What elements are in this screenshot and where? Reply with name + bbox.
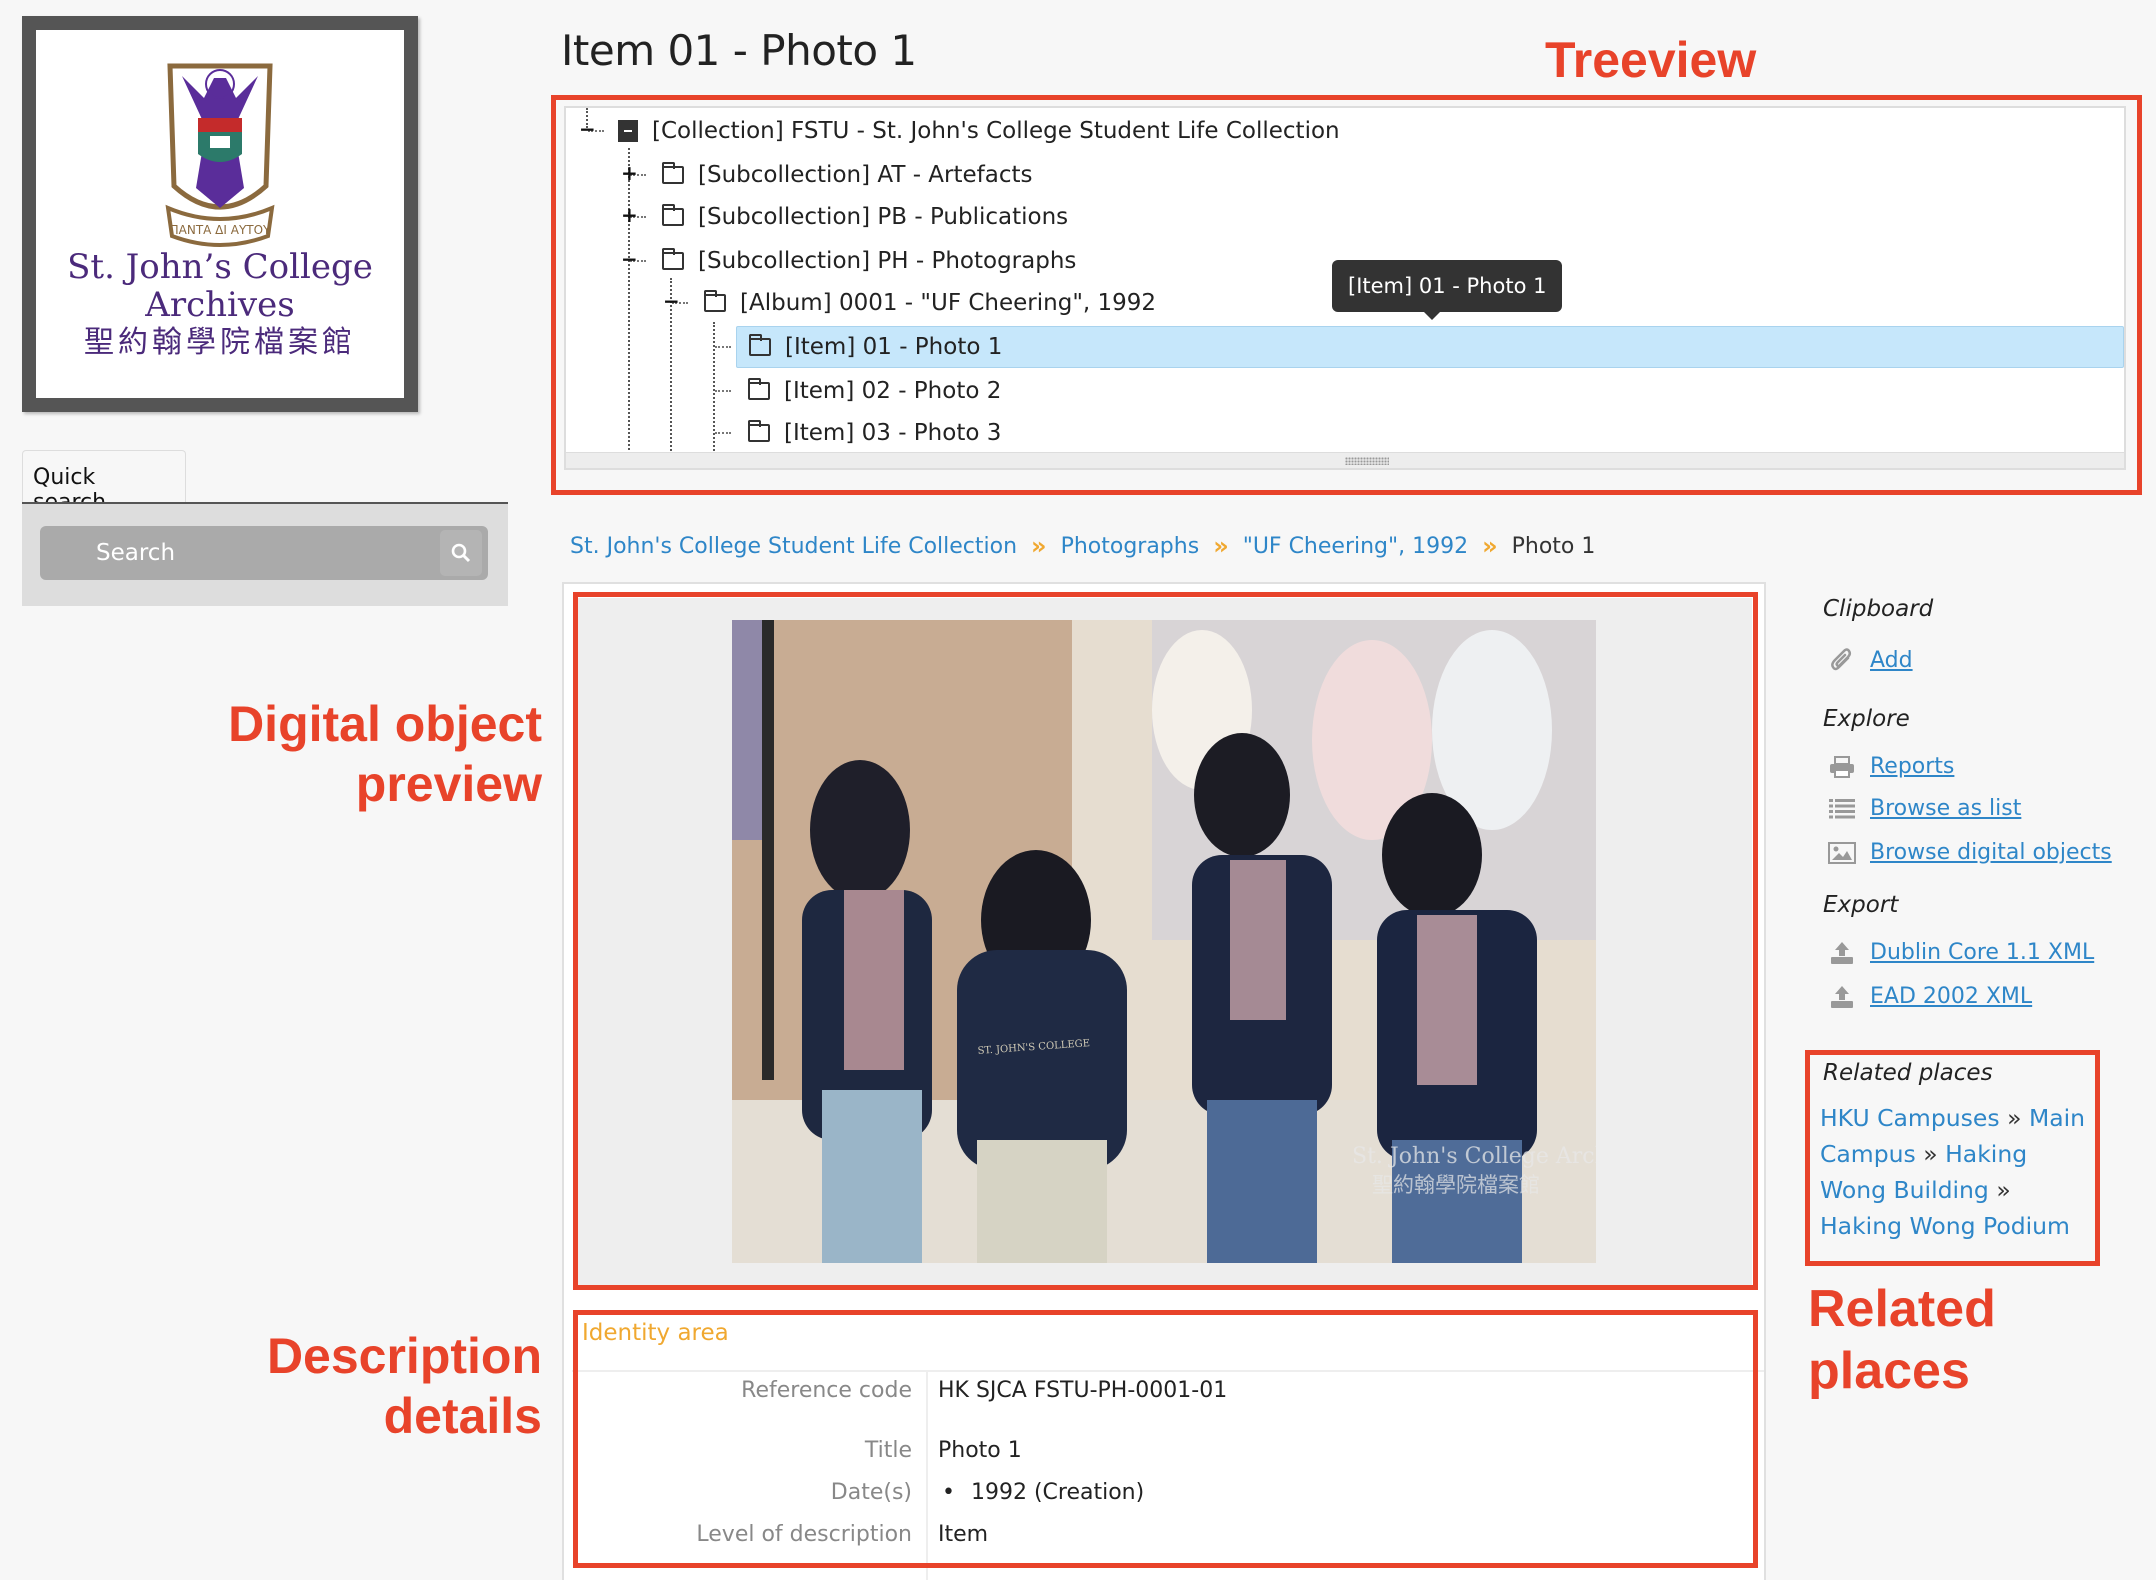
clipboard-add-label: Add	[1870, 648, 1913, 673]
clipboard-add-link[interactable]: Add	[1828, 647, 1913, 673]
logo-inner: ΠΑΝΤΑ ΔΙ ΑΥΤΟΥ St. John’s College Archiv…	[36, 30, 404, 398]
breadcrumb-separator-icon: »	[1482, 532, 1498, 560]
browse-digital-objects-label: Browse digital objects	[1870, 840, 2112, 865]
annotation-digital-object: Digital object preview	[220, 694, 542, 814]
breadcrumb: St. John's College Student Life Collecti…	[570, 532, 1595, 560]
export-ead-link[interactable]: EAD 2002 XML	[1828, 984, 2032, 1009]
search-input[interactable]	[40, 526, 430, 580]
search-button[interactable]	[440, 530, 482, 576]
breadcrumb-separator-icon: »	[1031, 532, 1047, 560]
page-title: Item 01 - Photo 1	[561, 26, 917, 75]
printer-icon	[1828, 755, 1856, 779]
annotation-digital-object-line2: preview	[355, 756, 542, 812]
college-crest-icon: ΠΑΝΤΑ ΔΙ ΑΥΤΟΥ	[165, 63, 275, 247]
annotation-treeview: Treeview	[1545, 32, 1757, 88]
logo-text-archives: Archives	[145, 285, 295, 326]
annotation-box-preview	[573, 592, 1758, 1290]
explore-heading: Explore	[1823, 706, 1910, 732]
browse-as-list-link[interactable]: Browse as list	[1828, 796, 2021, 821]
svg-text:ΠΑΝΤΑ ΔΙ ΑΥΤΟΥ: ΠΑΝΤΑ ΔΙ ΑΥΤΟΥ	[170, 223, 271, 237]
export-ead-label: EAD 2002 XML	[1870, 984, 2033, 1009]
browse-as-list-label: Browse as list	[1870, 796, 2022, 821]
reports-link[interactable]: Reports	[1828, 754, 1954, 779]
annotation-box-description	[573, 1310, 1758, 1568]
breadcrumb-link-photographs[interactable]: Photographs	[1061, 534, 1200, 559]
clipboard-heading: Clipboard	[1823, 596, 1934, 622]
upload-icon	[1828, 941, 1856, 965]
image-icon	[1828, 841, 1856, 865]
annotation-description-line2: details	[383, 1388, 542, 1444]
annotation-related-line1: Related	[1808, 1280, 1996, 1338]
export-dublin-core-link[interactable]: Dublin Core 1.1 XML	[1828, 940, 2094, 965]
search-box	[40, 526, 488, 580]
annotation-related-line2: places	[1808, 1342, 1970, 1401]
upload-icon	[1828, 985, 1856, 1009]
tree-tooltip: [Item] 01 - Photo 1	[1332, 260, 1563, 320]
export-dublin-core-label: Dublin Core 1.1 XML	[1870, 940, 2095, 965]
quick-search-tab[interactable]: Quick search	[22, 450, 186, 515]
annotation-description-line1: Description	[266, 1328, 542, 1384]
export-heading: Export	[1823, 892, 1899, 918]
list-icon	[1828, 797, 1856, 821]
logo-text-chinese: 聖約翰學院檔案館	[84, 325, 356, 361]
annotation-digital-object-line1: Digital object	[228, 696, 542, 752]
breadcrumb-link-album[interactable]: "UF Cheering", 1992	[1243, 534, 1468, 559]
paperclip-icon	[1828, 647, 1856, 673]
annotation-related-places: Related places	[1808, 1278, 1996, 1403]
browse-digital-objects-link[interactable]: Browse digital objects	[1828, 840, 2112, 865]
quick-search-panel	[22, 502, 508, 606]
logo-text-english: St. John’s College	[67, 247, 373, 287]
annotation-box-related-places	[1805, 1050, 2100, 1266]
annotation-description-details: Description details	[220, 1326, 542, 1446]
breadcrumb-separator-icon: »	[1213, 532, 1229, 560]
site-logo[interactable]: ΠΑΝΤΑ ΔΙ ΑΥΤΟΥ St. John’s College Archiv…	[22, 16, 418, 412]
reports-label: Reports	[1870, 754, 1955, 779]
breadcrumb-link-collection[interactable]: St. John's College Student Life Collecti…	[570, 534, 1017, 559]
breadcrumb-current: Photo 1	[1511, 533, 1596, 559]
search-icon	[451, 543, 471, 563]
